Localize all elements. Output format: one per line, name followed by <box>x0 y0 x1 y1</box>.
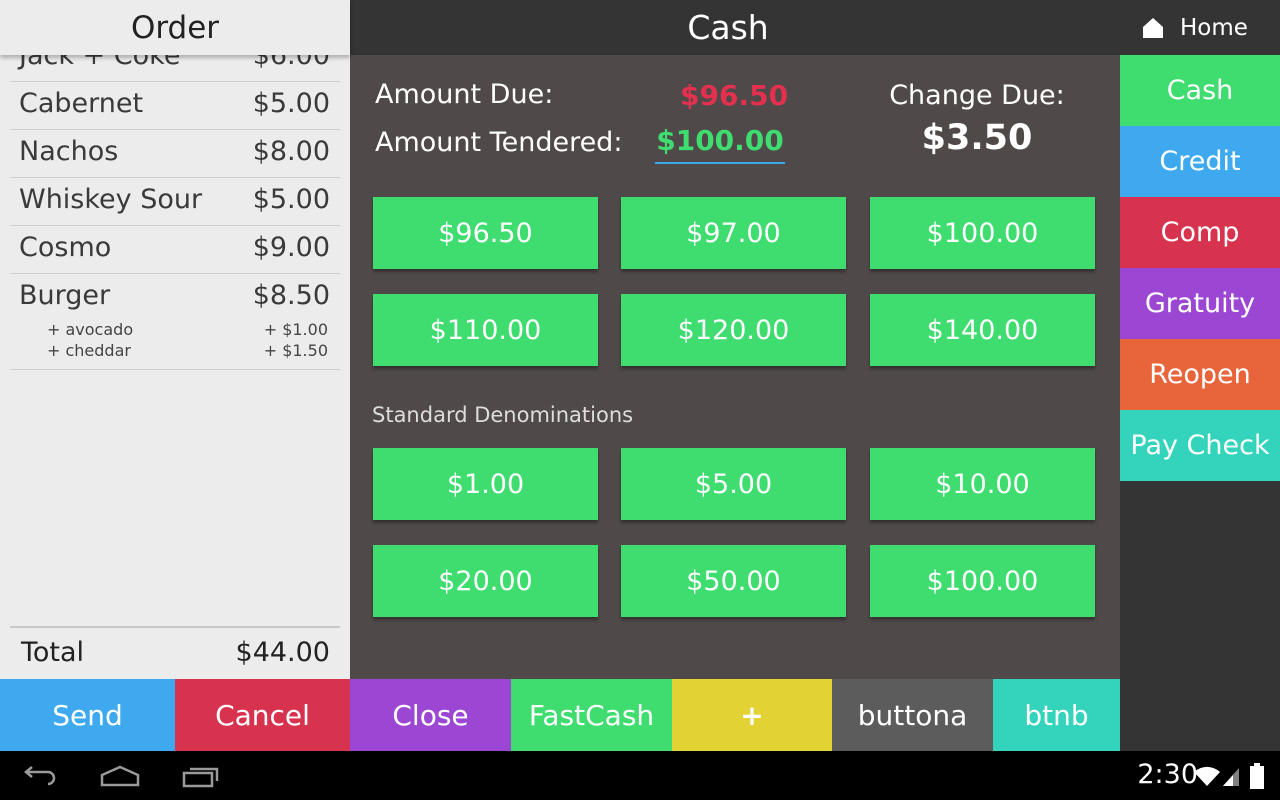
quick-amount-button[interactable]: $97.00 <box>621 197 846 269</box>
modifier-name: + cheddar <box>47 341 131 360</box>
order-item[interactable]: Cabernet $5.00 <box>10 82 340 130</box>
modifier-price: + $1.50 <box>263 341 328 360</box>
signal-icon <box>1223 768 1239 786</box>
order-item-price: $5.00 <box>252 88 330 119</box>
order-item[interactable]: Cosmo $9.00 <box>10 226 340 274</box>
order-header: Order <box>0 0 350 55</box>
order-total: Total $44.00 <box>10 626 340 679</box>
modifier-price: + $1.00 <box>263 320 328 339</box>
denomination-button[interactable]: $20.00 <box>373 545 598 617</box>
order-item-price: $9.00 <box>252 232 330 263</box>
fastcash-button[interactable]: FastCash <box>511 679 672 751</box>
denomination-button[interactable]: $50.00 <box>621 545 846 617</box>
total-label: Total <box>21 637 85 668</box>
quick-amount-button[interactable]: $100.00 <box>870 197 1095 269</box>
recent-apps-icon[interactable] <box>182 766 220 788</box>
order-item-name: Cosmo <box>19 232 112 263</box>
send-button[interactable]: Send <box>0 679 175 751</box>
battery-icon <box>1250 763 1264 789</box>
payment-menu: Cash Credit Comp Gratuity Reopen Pay Che… <box>1120 55 1280 679</box>
order-item-price: $5.00 <box>252 184 330 215</box>
payment-reopen-button[interactable]: Reopen <box>1120 339 1280 410</box>
total-value: $44.00 <box>235 637 330 668</box>
home-icon <box>1143 17 1163 38</box>
clock: 2:30 <box>1137 759 1198 790</box>
add-button[interactable]: + <box>672 679 832 751</box>
denominations-label: Standard Denominations <box>372 403 634 427</box>
system-nav-bar: 2:30 <box>0 751 1280 800</box>
payment-credit-button[interactable]: Credit <box>1120 126 1280 197</box>
buttona-button[interactable]: buttona <box>832 679 993 751</box>
amount-tendered-label: Amount Tendered: <box>375 127 623 158</box>
denomination-button[interactable]: $1.00 <box>373 448 598 520</box>
change-due-label: Change Due: <box>889 80 1065 111</box>
back-icon[interactable] <box>22 766 58 788</box>
order-item-name: Nachos <box>19 136 119 167</box>
order-item-price: $8.50 <box>252 280 330 311</box>
quick-amount-button[interactable]: $120.00 <box>621 294 846 366</box>
page-title: Cash <box>687 8 769 47</box>
denomination-button[interactable]: $5.00 <box>621 448 846 520</box>
order-panel: Order Jack + Coke $6.00 Cabernet $5.00 N… <box>0 0 350 679</box>
order-title: Order <box>130 9 220 46</box>
order-item-price: $8.00 <box>252 136 330 167</box>
payment-gratuity-button[interactable]: Gratuity <box>1120 268 1280 339</box>
denomination-button[interactable]: $10.00 <box>870 448 1095 520</box>
payment-pay-check-button[interactable]: Pay Check <box>1120 410 1280 481</box>
cancel-button[interactable]: Cancel <box>175 679 350 751</box>
wifi-icon <box>1194 766 1220 786</box>
order-item[interactable]: Nachos $8.00 <box>10 130 340 178</box>
top-bar: Cash Home <box>350 0 1280 55</box>
order-item-name: Burger <box>19 280 111 311</box>
payment-cash-button[interactable]: Cash <box>1120 55 1280 126</box>
quick-amount-button[interactable]: $110.00 <box>373 294 598 366</box>
quick-amount-button[interactable]: $96.50 <box>373 197 598 269</box>
btnb-button[interactable]: btnb <box>993 679 1120 751</box>
order-item-name: Whiskey Sour <box>19 184 203 215</box>
modifier-name: + avocado <box>47 320 134 339</box>
order-list[interactable]: Jack + Coke $6.00 Cabernet $5.00 Nachos … <box>10 34 340 594</box>
order-item[interactable]: Burger $8.50 + avocado + $1.00 + cheddar… <box>10 274 340 370</box>
order-item[interactable]: Whiskey Sour $5.00 <box>10 178 340 226</box>
home-label: Home <box>1180 14 1248 41</box>
home-button[interactable]: Home <box>1142 0 1280 55</box>
payment-comp-button[interactable]: Comp <box>1120 197 1280 268</box>
change-due-value: $3.50 <box>921 118 1033 158</box>
home-nav-icon[interactable] <box>100 765 140 787</box>
cash-panel: Amount Due: $96.50 Amount Tendered: $100… <box>350 0 1120 679</box>
quick-amount-button[interactable]: $140.00 <box>870 294 1095 366</box>
amount-due-label: Amount Due: <box>375 79 554 110</box>
denomination-button[interactable]: $100.00 <box>870 545 1095 617</box>
amount-due-value: $96.50 <box>680 79 789 112</box>
close-button[interactable]: Close <box>350 679 511 751</box>
order-item-name: Cabernet <box>19 88 144 119</box>
bottom-bar-filler <box>1120 679 1280 751</box>
amount-tendered-input[interactable]: $100.00 <box>655 124 785 164</box>
